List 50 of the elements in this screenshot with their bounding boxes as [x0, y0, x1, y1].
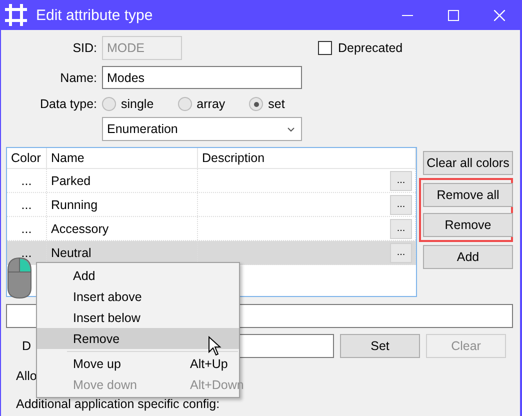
- edit-button[interactable]: ...: [390, 242, 412, 262]
- menu-item[interactable]: Insert above: [37, 286, 239, 307]
- menu-item[interactable]: Remove: [37, 328, 239, 349]
- menu-item[interactable]: Move up Alt+Up: [37, 353, 239, 374]
- edit-button[interactable]: ...: [390, 194, 412, 214]
- color-cell[interactable]: ...: [7, 217, 47, 240]
- side-button[interactable]: Clear all colors: [423, 151, 513, 175]
- field-label: Data type:: [39, 97, 98, 111]
- checkbox-label: Deprecated: [338, 41, 403, 55]
- side-button[interactable]: Remove: [423, 213, 513, 237]
- radio-button[interactable]: [102, 97, 116, 111]
- window-title: Edit attribute type: [36, 6, 153, 24]
- column-header: Color: [7, 148, 47, 168]
- color-cell[interactable]: ...: [7, 193, 47, 216]
- type-dropdown[interactable]: Enumeration: [102, 117, 302, 141]
- name-cell: Accessory: [47, 217, 198, 240]
- column-header: Description: [198, 148, 416, 168]
- menu-item[interactable]: Insert below: [37, 307, 239, 328]
- radio-label: single: [121, 97, 154, 111]
- field-label: D: [20, 339, 31, 353]
- deprecated-checkbox[interactable]: [318, 41, 332, 55]
- close-icon[interactable]: [494, 10, 504, 20]
- cursor-icon: [208, 336, 222, 356]
- edit-button[interactable]: ...: [390, 170, 412, 190]
- maximize-icon[interactable]: [448, 10, 458, 20]
- radio-button[interactable]: [249, 97, 264, 111]
- table-row[interactable]: ... Parked ...: [7, 169, 416, 193]
- set-button[interactable]: Set: [340, 334, 420, 358]
- mouse-icon: [6, 256, 33, 300]
- color-cell[interactable]: ...: [7, 169, 47, 192]
- field-label: Allo: [16, 369, 37, 383]
- caret-icon: [287, 126, 295, 132]
- name-cell: Parked: [47, 169, 198, 192]
- field-label: SID:: [72, 41, 98, 55]
- field-label: Additional application specific config:: [16, 397, 220, 411]
- side-button[interactable]: Add: [423, 245, 513, 269]
- side-button[interactable]: Remove all: [423, 183, 513, 207]
- table-row[interactable]: ... Neutral ...: [7, 241, 416, 265]
- radio-label: array: [196, 97, 226, 111]
- app-icon: [5, 4, 27, 26]
- radio-label: set: [268, 97, 285, 111]
- minimize-icon[interactable]: [402, 14, 412, 16]
- column-header: Name: [47, 148, 198, 168]
- table-row[interactable]: ... Running ...: [7, 193, 416, 217]
- field-label: Name:: [59, 70, 98, 84]
- name-field[interactable]: Modes: [102, 66, 302, 89]
- edit-button[interactable]: ...: [390, 218, 412, 238]
- radio-button[interactable]: [178, 97, 192, 111]
- menu-item[interactable]: Add: [37, 265, 239, 286]
- name-cell: Running: [47, 193, 198, 216]
